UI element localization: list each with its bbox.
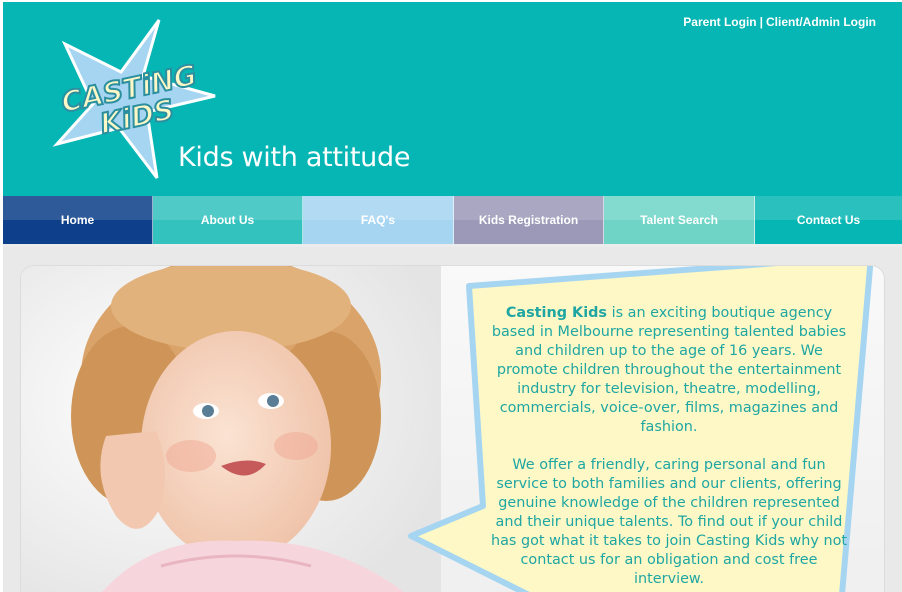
tagline: Kids with attitude [178, 142, 411, 173]
main-navigation: Home About Us FAQ's Kids Registration Ta… [3, 196, 902, 244]
nav-about-us-label: About Us [200, 213, 255, 227]
login-separator: | [759, 15, 763, 29]
nav-talent-search-label: Talent Search [640, 213, 718, 227]
child-photo [21, 266, 441, 592]
nav-home-label: Home [60, 213, 95, 227]
nav-kids-registration-label: Kids Registration [478, 213, 579, 227]
intro-paragraph-1: Casting Kids is an exciting boutique age… [489, 304, 849, 437]
nav-contact-us-label: Contact Us [796, 213, 861, 227]
intro-text: Casting Kids is an exciting boutique age… [489, 304, 849, 592]
intro-paragraph-2: We offer a friendly, caring personal and… [490, 457, 848, 587]
site-header: CASTiNG KiDS Kids with attitude Parent L… [3, 2, 902, 196]
nav-faqs-label: FAQ's [360, 213, 396, 227]
intro-paragraph-1-text: is an exciting boutique agency based in … [491, 305, 847, 435]
nav-kids-registration[interactable]: Kids Registration [454, 196, 604, 244]
hero-panel: Casting Kids is an exciting boutique age… [20, 265, 885, 592]
page: CASTiNG KiDS Kids with attitude Parent L… [3, 2, 902, 592]
nav-contact-us[interactable]: Contact Us [755, 196, 902, 244]
nav-talent-search[interactable]: Talent Search [604, 196, 755, 244]
nav-about-us[interactable]: About Us [153, 196, 303, 244]
nav-faqs[interactable]: FAQ's [303, 196, 454, 244]
intro-brand: Casting Kids [505, 305, 607, 321]
login-links: Parent Login | Client/Admin Login [683, 15, 876, 29]
client-admin-login-link[interactable]: Client/Admin Login [766, 15, 876, 29]
parent-login-link[interactable]: Parent Login [683, 15, 756, 29]
nav-home[interactable]: Home [3, 196, 153, 244]
main-content: Casting Kids is an exciting boutique age… [3, 247, 902, 592]
